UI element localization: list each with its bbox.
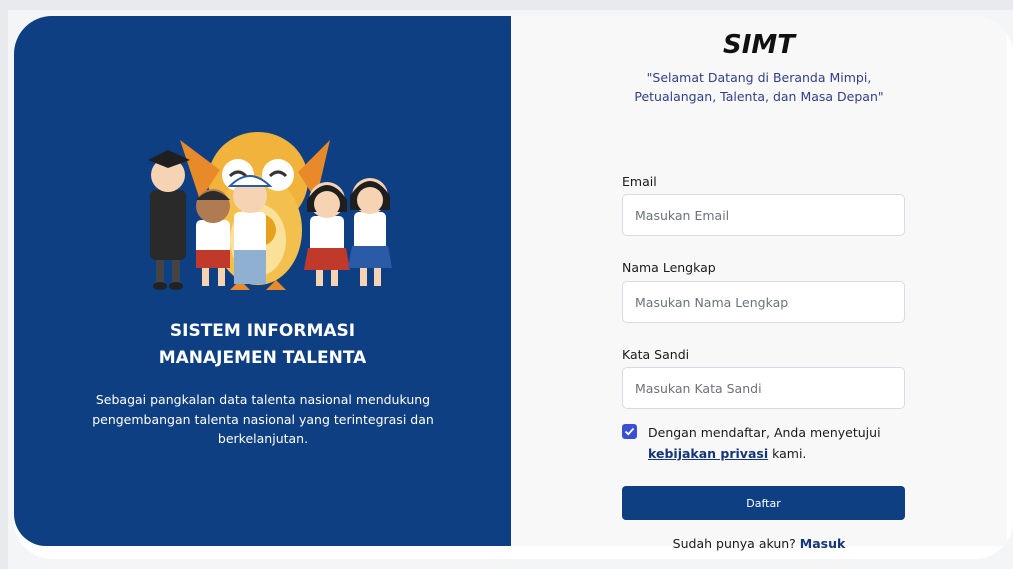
consent-text-before: Dengan mendaftar, Anda menyetujui xyxy=(648,425,881,440)
app-title: SIMT xyxy=(722,30,795,60)
login-link[interactable]: Masuk xyxy=(800,536,846,551)
tagline: "Selamat Datang di Beranda Mimpi, Petual… xyxy=(591,68,927,106)
privacy-policy-link[interactable]: kebijakan privasi xyxy=(648,446,768,461)
privacy-consent-text: Dengan mendaftar, Anda menyetujui kebija… xyxy=(648,422,898,464)
login-prompt-text: Sudah punya akun? xyxy=(672,536,796,551)
system-title: SISTEM INFORMASI MANAJEMEN TALENTA xyxy=(14,318,511,372)
system-title-line1: SISTEM INFORMASI xyxy=(169,321,356,341)
students-owl-mascot-illustration xyxy=(148,132,392,290)
tagline-line1: "Selamat Datang di Beranda Mimpi, xyxy=(646,70,872,85)
registration-form-panel: SIMT "Selamat Datang di Beranda Mimpi, P… xyxy=(511,16,1007,551)
fullname-field[interactable] xyxy=(622,281,905,323)
privacy-consent-checkbox[interactable] xyxy=(622,424,637,439)
password-label: Kata Sandi xyxy=(622,347,690,362)
branding-panel: SISTEM INFORMASI MANAJEMEN TALENTA Sebag… xyxy=(14,16,511,546)
consent-text-after: kami. xyxy=(768,446,807,461)
fullname-label: Nama Lengkap xyxy=(622,260,716,275)
check-icon xyxy=(624,427,635,436)
tagline-line2: Petualangan, Talenta, dan Masa Depan" xyxy=(634,89,884,104)
system-description: Sebagai pangkalan data talenta nasional … xyxy=(92,392,434,446)
system-title-line2: MANAJEMEN TALENTA xyxy=(158,348,367,368)
register-button[interactable]: Daftar xyxy=(622,486,905,520)
login-prompt: Sudah punya akun? Masuk xyxy=(511,536,1007,551)
email-label: Email xyxy=(622,174,657,189)
email-field[interactable] xyxy=(622,194,905,236)
password-field[interactable] xyxy=(622,367,905,409)
register-card: SISTEM INFORMASI MANAJEMEN TALENTA Sebag… xyxy=(14,16,1013,559)
